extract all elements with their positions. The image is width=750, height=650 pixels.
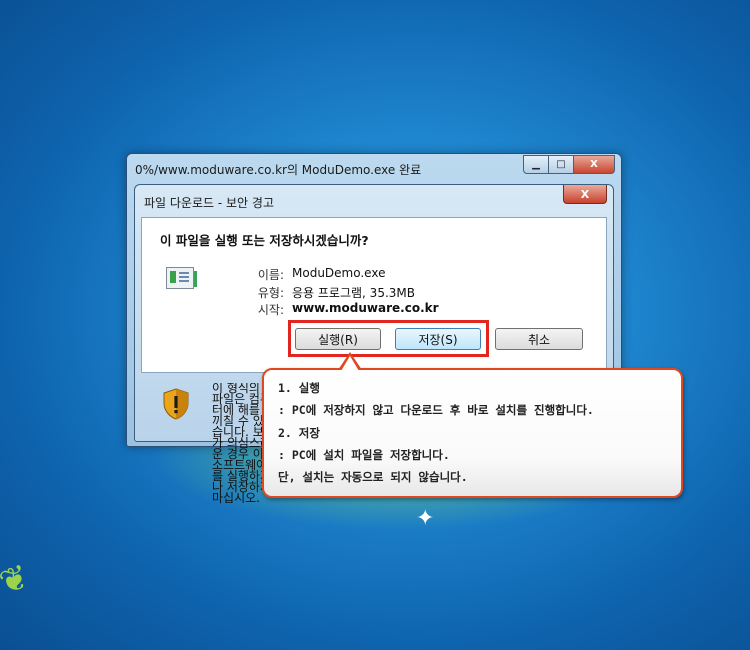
dialog-question: 이 파일을 실행 또는 저장하시겠습니까? [160,233,369,248]
application-file-icon [166,267,197,289]
name-label: 이름: [257,268,284,282]
source-label: 시작: [257,303,284,317]
source-url-value: www.moduware.co.kr [292,301,439,315]
security-shield-icon [163,388,189,420]
instruction-callout: 1. 실행 : PC에 저장하지 않고 다운로드 후 바로 설치를 진행합니다.… [262,368,683,498]
window-controls: ▁ □ X [523,155,615,174]
close-icon: X [590,159,598,170]
sparkle-icon: ✦ [416,506,435,531]
type-label: 유형: [257,286,284,300]
close-icon: X [580,187,590,201]
outer-window-title: 0%/www.moduware.co.kr의 ModuDemo.exe 완료 [135,163,422,177]
callout-line-3: 2. 저장 [278,426,320,440]
minimize-icon: ▁ [532,159,540,170]
callout-line-2: : PC에 저장하지 않고 다운로드 후 바로 설치를 진행합니다. [278,403,594,417]
callout-pointer-fill [341,356,359,371]
callout-line-1: 1. 실행 [278,381,320,395]
file-type-value: 응용 프로그램, 35.3MB [292,286,415,300]
run-save-highlight-box [288,320,489,357]
maximize-icon: □ [556,159,566,170]
maximize-button[interactable]: □ [549,155,574,174]
callout-line-5: 단, 설치는 자동으로 되지 않습니다. [278,470,468,484]
file-name-value: ModuDemo.exe [292,266,386,280]
outer-close-button[interactable]: X [574,155,615,174]
dialog-close-button[interactable]: X [563,185,607,204]
outer-titlebar[interactable]: 0%/www.moduware.co.kr의 ModuDemo.exe 완료 ▁… [127,154,621,182]
callout-line-4: : PC에 설치 파일을 저장합니다. [278,448,450,462]
cancel-button[interactable]: 취소 [495,328,583,350]
dialog-title: 파일 다운로드 - 보안 경고 [144,196,274,210]
leaf-icon: ❦ [0,556,35,604]
minimize-button[interactable]: ▁ [523,155,549,174]
